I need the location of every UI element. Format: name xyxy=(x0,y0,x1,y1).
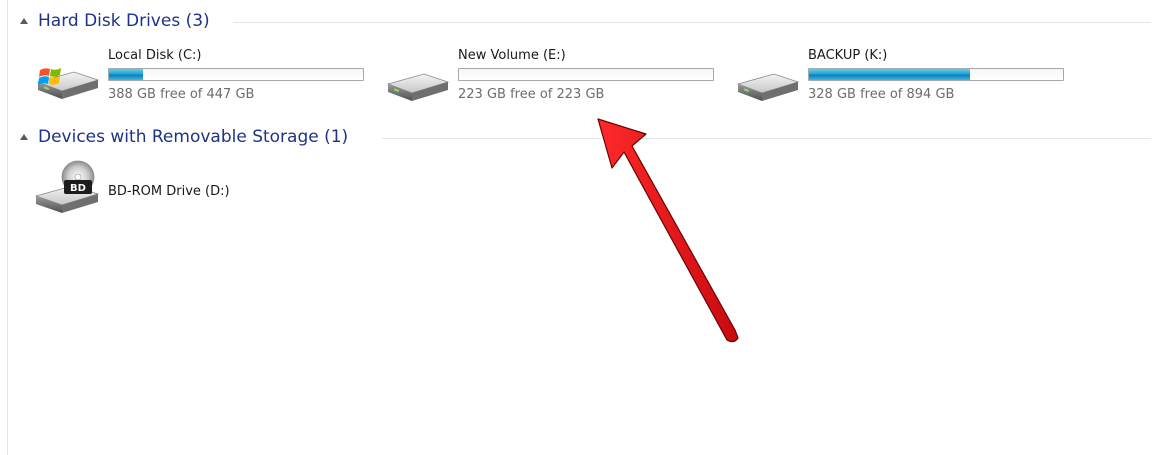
group-header-hard-disk-drives[interactable]: Hard Disk Drives (3) xyxy=(18,9,210,33)
device-name: BD-ROM Drive (D:) xyxy=(108,184,230,199)
drive-name: BACKUP (K:) xyxy=(808,48,888,63)
drive-free-space: 223 GB free of 223 GB xyxy=(458,87,605,102)
group-title[interactable]: Devices with Removable Storage (1) xyxy=(38,127,348,147)
drive-tile-c[interactable]: Local Disk (C:) 388 GB free of 447 GB xyxy=(34,48,374,110)
device-tile-bd-rom[interactable]: BD BD-ROM Drive (D:) xyxy=(34,158,374,220)
drive-capacity-bar xyxy=(108,68,364,81)
bd-logo-label: BD xyxy=(70,183,86,194)
bd-rom-drive-icon: BD xyxy=(34,160,100,213)
collapse-triangle-icon[interactable] xyxy=(20,134,28,140)
drive-name: Local Disk (C:) xyxy=(108,48,202,63)
arrow-shape xyxy=(597,118,739,343)
group-divider xyxy=(233,22,1151,23)
drive-free-space: 388 GB free of 447 GB xyxy=(108,87,255,102)
hard-drive-icon xyxy=(386,73,450,101)
drive-capacity-fill xyxy=(109,69,143,80)
collapse-triangle-icon[interactable] xyxy=(20,18,28,24)
hard-drive-icon xyxy=(736,73,800,101)
group-divider xyxy=(382,138,1151,139)
pane-left-border xyxy=(7,0,8,455)
drive-capacity-bar xyxy=(808,68,1064,81)
windows-drive-icon xyxy=(36,68,100,99)
group-title[interactable]: Hard Disk Drives (3) xyxy=(38,11,210,31)
drive-free-space: 328 GB free of 894 GB xyxy=(808,87,955,102)
drive-tile-k[interactable]: BACKUP (K:) 328 GB free of 894 GB xyxy=(734,48,1074,110)
drive-capacity-fill xyxy=(809,69,970,80)
drive-tile-e[interactable]: New Volume (E:) 223 GB free of 223 GB xyxy=(384,48,724,110)
drive-capacity-bar xyxy=(458,68,714,81)
drive-name: New Volume (E:) xyxy=(458,48,566,63)
group-header-removable-storage[interactable]: Devices with Removable Storage (1) xyxy=(18,125,348,149)
